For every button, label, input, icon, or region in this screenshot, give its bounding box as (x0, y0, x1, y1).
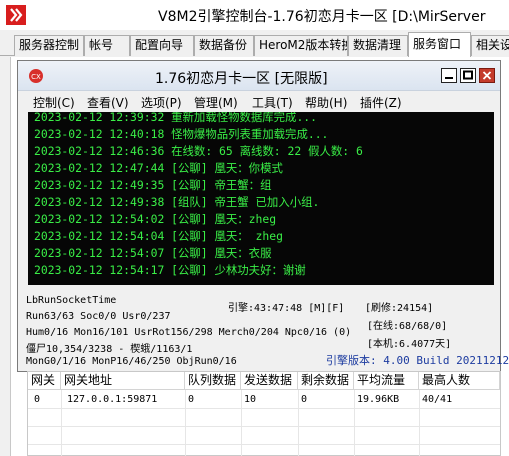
status-online: [在线:68/68/0] (367, 321, 448, 332)
cell-avg-traffic: 19.96KB (357, 394, 400, 405)
log-line: 2023-02-12 12:47:44 [公聊] 凰天：你模式 (34, 161, 283, 175)
log-line: 2023-02-12 12:49:38 [组队] 帝王蟹 已加入小组. (34, 195, 320, 209)
server-window: CX 1.76初恋月卡一区 [无限版] 控制(C) 查看(V) 选项(P) 管理… (17, 60, 509, 372)
log-line: 2023-02-12 12:54:07 [公聊] 凰天：衣服 (34, 246, 272, 260)
log-line: 2023-02-12 12:46:36 在线数: 65 离线数: 22 假人数:… (34, 144, 363, 158)
tab-server-control[interactable]: 服务器控制 (14, 35, 84, 56)
column-divider (61, 390, 62, 456)
maximize-icon (463, 70, 473, 80)
tab-related-settings[interactable]: 相关设 (471, 35, 509, 56)
close-icon (482, 71, 492, 80)
menu-options[interactable]: 选项(P) (141, 94, 182, 111)
cell-gateway: 0 (34, 394, 41, 405)
menu-plugins[interactable]: 插件(Z) (360, 94, 402, 111)
column-divider (241, 390, 242, 456)
status-mon: MonG0/1/16 MonP16/46/250 ObjRun0/16 (26, 356, 237, 367)
status-hum: Hum0/16 Mon16/101 UsrRot156/298 Merch0/2… (26, 327, 352, 338)
tab-strip: 服务器控制 帐号 配置向导 数据备份 HeroM2版本转换 数据清理 服务窗口 … (0, 30, 509, 57)
menu-help[interactable]: 帮助(H) (305, 94, 347, 111)
status-local: [本机:6.4077天] (367, 339, 452, 350)
log-line: 2023-02-12 12:54:02 [公聊] 凰天：zheg (34, 212, 277, 226)
tab-herom2-convert[interactable]: HeroM2版本转换 (254, 35, 348, 56)
table-header-sent[interactable]: 发送数据 (241, 372, 298, 390)
table-header-remaining[interactable]: 剩余数据 (298, 372, 354, 390)
window-title-bar: V8M2引擎控制台-1.76初恋月卡一区 [D:\MirServer (0, 0, 509, 30)
log-line: 2023-02-12 12:49:35 [公聊] 帝王蟹：组 (34, 178, 272, 192)
menu-tools[interactable]: 工具(T) (252, 94, 293, 111)
server-window-title: 1.76初恋月卡一区 [无限版] (155, 71, 328, 87)
row-divider (28, 444, 500, 445)
cell-address: 127.0.0.1:59871 (67, 394, 158, 405)
status-refresh: [刷修:24154] (365, 303, 434, 314)
column-divider (185, 390, 186, 456)
cell-queue: 0 (188, 394, 195, 405)
table-header-max-users[interactable]: 最高人数 (419, 372, 500, 390)
engine-version: 引擎版本: 4.00 Build 20211212 (326, 354, 509, 367)
status-engine-time: 引擎:43:47:48 [M][F] (228, 303, 345, 314)
tab-service-window[interactable]: 服务窗口 (408, 32, 471, 57)
log-line: 2023-02-12 12:54:17 [公聊] 少林功夫好：谢谢 (34, 263, 306, 277)
log-line: 2023-02-12 12:40:18 怪物爆物品列表重加载完成... (34, 127, 329, 141)
tab-config-wizard[interactable]: 配置向导 (130, 35, 194, 56)
tab-data-cleanup[interactable]: 数据清理 (348, 35, 408, 56)
cell-remaining: 0 (301, 394, 308, 405)
row-divider (28, 426, 500, 427)
table-header-avg-traffic[interactable]: 平均流量 (354, 372, 419, 390)
cell-max-users: 40/41 (422, 394, 453, 405)
status-runsocket: LbRunSocketTime (26, 295, 117, 306)
server-window-title-bar: CX 1.76初恋月卡一区 [无限版] (18, 61, 500, 91)
table-header-queue[interactable]: 队列数据 (185, 372, 241, 390)
cell-sent: 10 (244, 394, 257, 405)
menu-bar: 控制(C) 查看(V) 选项(P) 管理(M) 工具(T) 帮助(H) 插件(Z… (18, 92, 500, 112)
status-zombie: 僵尸10,354/3238 - 楔蛾/1163/1 (26, 344, 193, 355)
status-run-soc: Run63/63 Soc0/0 Usr0/237 (26, 311, 171, 322)
server-window-icon: CX (29, 69, 43, 83)
log-line: 2023-02-12 12:54:04 [公聊] 凰天： zheg (34, 229, 283, 243)
row-divider (28, 408, 500, 409)
tab-account[interactable]: 帐号 (84, 35, 130, 56)
column-divider (419, 390, 420, 456)
column-divider (298, 390, 299, 456)
menu-control[interactable]: 控制(C) (33, 94, 75, 111)
maximize-button[interactable] (460, 68, 476, 83)
tab-data-backup[interactable]: 数据备份 (194, 35, 254, 56)
menu-manage[interactable]: 管理(M) (194, 94, 238, 111)
app-icon (6, 5, 26, 25)
svg-text:CX: CX (31, 73, 41, 81)
table-header-address[interactable]: 网关地址 (61, 372, 185, 390)
menu-view[interactable]: 查看(V) (87, 94, 129, 111)
close-button[interactable] (479, 68, 495, 83)
column-divider (354, 390, 355, 456)
window-title: V8M2引擎控制台-1.76初恋月卡一区 [D:\MirServer (158, 9, 486, 25)
log-line: 2023-02-12 12:39:32 重新加载怪物数据库完成... (34, 112, 318, 124)
minimize-icon (445, 77, 453, 79)
log-console[interactable]: 2023-02-12 12:39:32 重新加载怪物数据库完成... 2023-… (28, 112, 494, 285)
table-header-gateway[interactable]: 网关 (28, 372, 61, 390)
gateway-table[interactable]: 网关 网关地址 队列数据 发送数据 剩余数据 平均流量 最高人数 0 127.0… (27, 371, 501, 456)
minimize-button[interactable] (441, 68, 457, 83)
